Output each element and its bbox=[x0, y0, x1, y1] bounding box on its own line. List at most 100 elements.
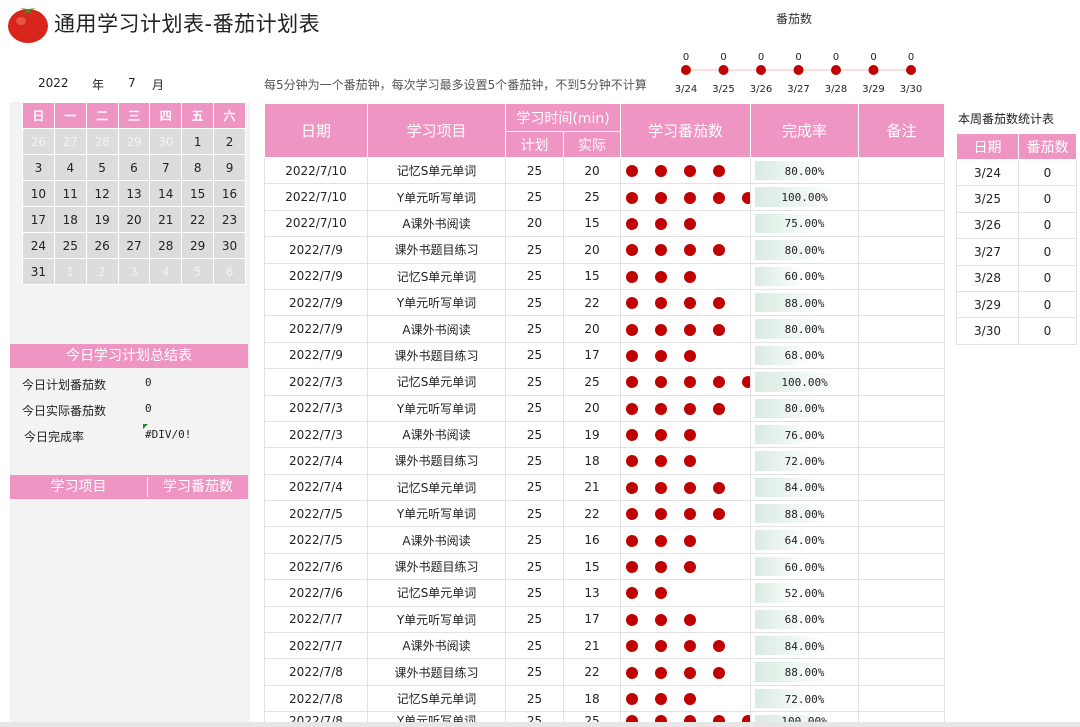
calendar-day[interactable]: 15 bbox=[181, 180, 215, 207]
cell-item[interactable]: 课外书题目练习 bbox=[367, 236, 506, 264]
calendar-day[interactable]: 12 bbox=[85, 180, 119, 207]
cell-actual[interactable]: 21 bbox=[562, 632, 622, 660]
cell-rate[interactable]: 60.00% bbox=[750, 552, 860, 581]
cell-plan[interactable]: 25 bbox=[505, 447, 564, 475]
cell-item[interactable]: Y单元听写单词 bbox=[367, 288, 506, 317]
cell-item[interactable]: Y单元听写单词 bbox=[367, 183, 506, 211]
cell-plan[interactable]: 25 bbox=[505, 552, 564, 581]
cell-date[interactable]: 2022/7/3 bbox=[264, 394, 368, 422]
cell-item[interactable]: A课外书阅读 bbox=[367, 526, 506, 554]
cell-plan[interactable]: 25 bbox=[505, 341, 564, 370]
cell-actual[interactable]: 20 bbox=[562, 156, 622, 185]
cell-note[interactable] bbox=[858, 500, 946, 528]
cell-note[interactable] bbox=[858, 526, 946, 554]
week-count[interactable]: 0 bbox=[1018, 317, 1077, 345]
cell-tomatoes[interactable] bbox=[620, 368, 752, 396]
cell-rate[interactable]: 72.00% bbox=[750, 447, 860, 475]
summary-actual-value[interactable]: 0 bbox=[145, 402, 152, 415]
calendar-day[interactable]: 3 bbox=[117, 258, 151, 285]
cell-actual[interactable]: 19 bbox=[562, 420, 622, 449]
cell-actual[interactable]: 15 bbox=[562, 262, 622, 290]
cell-tomatoes[interactable] bbox=[620, 262, 752, 290]
cell-rate[interactable]: 80.00% bbox=[750, 315, 860, 343]
calendar-day[interactable]: 13 bbox=[117, 180, 151, 207]
week-count[interactable]: 0 bbox=[1018, 158, 1077, 187]
cell-plan[interactable]: 25 bbox=[505, 684, 564, 713]
cell-actual[interactable]: 15 bbox=[562, 552, 622, 581]
cell-tomatoes[interactable] bbox=[620, 632, 752, 660]
calendar-day[interactable]: 5 bbox=[181, 258, 215, 285]
cell-rate[interactable]: 80.00% bbox=[750, 156, 860, 185]
cell-tomatoes[interactable] bbox=[620, 288, 752, 317]
cell-actual[interactable]: 22 bbox=[562, 500, 622, 528]
cell-rate[interactable]: 60.00% bbox=[750, 262, 860, 290]
cell-actual[interactable]: 17 bbox=[562, 341, 622, 370]
calendar-day[interactable]: 8 bbox=[181, 154, 215, 181]
cell-tomatoes[interactable] bbox=[620, 684, 752, 713]
calendar-day[interactable]: 1 bbox=[181, 128, 215, 155]
calendar-day[interactable]: 21 bbox=[149, 206, 183, 233]
cell-date[interactable]: 2022/7/9 bbox=[264, 262, 368, 290]
cell-note[interactable] bbox=[858, 605, 946, 634]
cell-actual[interactable]: 16 bbox=[562, 526, 622, 554]
cell-plan[interactable]: 20 bbox=[505, 209, 564, 238]
calendar-day[interactable]: 26 bbox=[85, 232, 119, 259]
cell-note[interactable] bbox=[858, 684, 946, 713]
cell-note[interactable] bbox=[858, 209, 946, 238]
cell-plan[interactable]: 25 bbox=[505, 473, 564, 502]
cell-date[interactable]: 2022/7/9 bbox=[264, 288, 368, 317]
calendar-day[interactable]: 20 bbox=[117, 206, 151, 233]
cell-date[interactable]: 2022/7/4 bbox=[264, 447, 368, 475]
cell-plan[interactable]: 25 bbox=[505, 156, 564, 185]
cell-item[interactable]: 课外书题目练习 bbox=[367, 447, 506, 475]
cell-rate[interactable]: 75.00% bbox=[750, 209, 860, 238]
cell-tomatoes[interactable] bbox=[620, 447, 752, 475]
cell-rate[interactable]: 72.00% bbox=[750, 684, 860, 713]
cell-item[interactable]: 记忆S单元单词 bbox=[367, 473, 506, 502]
cell-note[interactable] bbox=[858, 156, 946, 185]
calendar-day[interactable]: 4 bbox=[53, 154, 87, 181]
cell-tomatoes[interactable] bbox=[620, 341, 752, 370]
cell-item[interactable]: 课外书题目练习 bbox=[367, 341, 506, 370]
week-date[interactable]: 3/24 bbox=[956, 158, 1019, 187]
calendar-day[interactable]: 14 bbox=[149, 180, 183, 207]
cell-rate[interactable]: 88.00% bbox=[750, 658, 860, 686]
calendar-day[interactable]: 30 bbox=[149, 128, 183, 155]
cell-actual[interactable]: 20 bbox=[562, 394, 622, 422]
cell-note[interactable] bbox=[858, 341, 946, 370]
week-count[interactable]: 0 bbox=[1018, 290, 1077, 319]
calendar-day[interactable]: 23 bbox=[213, 206, 246, 233]
calendar-day[interactable]: 3 bbox=[22, 154, 55, 181]
week-date[interactable]: 3/29 bbox=[956, 290, 1019, 319]
cell-rate[interactable]: 80.00% bbox=[750, 394, 860, 422]
summary-rate-value[interactable]: #DIV/0! bbox=[145, 428, 191, 441]
cell-actual[interactable]: 15 bbox=[562, 209, 622, 238]
cell-rate[interactable]: 52.00% bbox=[750, 579, 860, 607]
cell-note[interactable] bbox=[858, 183, 946, 211]
calendar-day[interactable]: 29 bbox=[117, 128, 151, 155]
calendar-day[interactable]: 30 bbox=[213, 232, 246, 259]
calendar-day[interactable]: 27 bbox=[117, 232, 151, 259]
calendar-day[interactable]: 10 bbox=[22, 180, 55, 207]
cell-actual[interactable]: 20 bbox=[562, 315, 622, 343]
week-date[interactable]: 3/25 bbox=[956, 185, 1019, 213]
cell-plan[interactable]: 25 bbox=[505, 500, 564, 528]
cell-tomatoes[interactable] bbox=[620, 236, 752, 264]
cell-plan[interactable]: 25 bbox=[505, 183, 564, 211]
cell-note[interactable] bbox=[858, 473, 946, 502]
cell-item[interactable]: 记忆S单元单词 bbox=[367, 262, 506, 290]
cell-tomatoes[interactable] bbox=[620, 473, 752, 502]
cell-rate[interactable]: 80.00% bbox=[750, 236, 860, 264]
calendar-day[interactable]: 31 bbox=[22, 258, 55, 285]
cell-plan[interactable]: 25 bbox=[505, 368, 564, 396]
calendar-day[interactable]: 6 bbox=[213, 258, 246, 285]
calendar-month[interactable]: 7 bbox=[128, 76, 136, 90]
cell-item[interactable]: 课外书题目练习 bbox=[367, 552, 506, 581]
cell-date[interactable]: 2022/7/7 bbox=[264, 632, 368, 660]
cell-rate[interactable]: 100.00% bbox=[750, 183, 860, 211]
calendar-day[interactable]: 26 bbox=[22, 128, 55, 155]
cell-rate[interactable]: 88.00% bbox=[750, 288, 860, 317]
cell-date[interactable]: 2022/7/8 bbox=[264, 658, 368, 686]
cell-note[interactable] bbox=[858, 288, 946, 317]
cell-note[interactable] bbox=[858, 552, 946, 581]
